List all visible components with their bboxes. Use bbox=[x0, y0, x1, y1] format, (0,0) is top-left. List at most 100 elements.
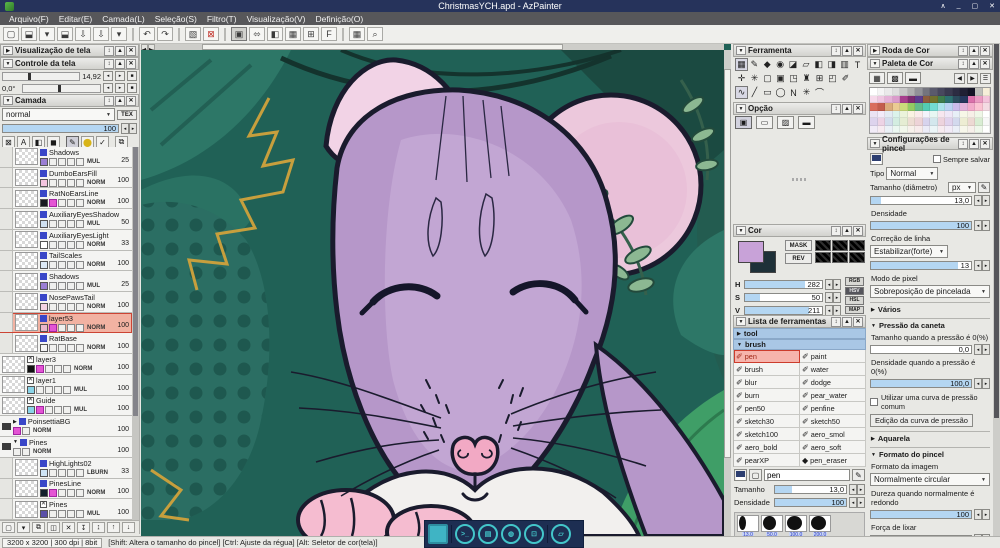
opacity-down-button[interactable]: ◂ bbox=[121, 123, 129, 134]
layer-option-icon[interactable] bbox=[36, 365, 44, 374]
toolbar-button[interactable]: ▣ bbox=[231, 27, 247, 41]
layer-visibility-icon[interactable] bbox=[40, 500, 47, 509]
palette-swatch[interactable] bbox=[922, 125, 930, 133]
palette-swatch[interactable] bbox=[982, 88, 990, 96]
mask-swatch[interactable] bbox=[832, 240, 848, 251]
mask-swatch[interactable] bbox=[815, 240, 831, 251]
panel-header-button[interactable]: ▲ bbox=[969, 138, 979, 149]
panel-header-button[interactable]: ▲ bbox=[969, 58, 979, 69]
layer-option-icon[interactable] bbox=[63, 365, 71, 374]
tool-button[interactable]: ▢ bbox=[761, 72, 774, 85]
layer-color-chip[interactable] bbox=[40, 489, 48, 498]
layer-thumbnail[interactable] bbox=[15, 169, 38, 187]
shape-tool-button[interactable]: ╱ bbox=[748, 86, 761, 99]
tool-button[interactable]: ▱ bbox=[799, 58, 812, 71]
collapse-arrow-icon[interactable]: ▼ bbox=[870, 59, 880, 68]
palette-swatch[interactable] bbox=[877, 88, 885, 96]
density-up-button[interactable]: ▸ bbox=[857, 497, 865, 508]
palette-swatch[interactable] bbox=[975, 118, 983, 126]
layer-thumbnail[interactable] bbox=[2, 355, 25, 373]
palette-swatch[interactable] bbox=[870, 125, 878, 133]
correction-select[interactable]: Estabilizar(forte) ▼ bbox=[870, 245, 948, 258]
layer-option-icon[interactable] bbox=[58, 261, 66, 270]
layer-option-icon[interactable] bbox=[13, 427, 21, 436]
palette-swatch[interactable] bbox=[915, 95, 923, 103]
palette-swatch[interactable] bbox=[975, 95, 983, 103]
layer-color-chip[interactable] bbox=[40, 302, 48, 311]
layer-row[interactable]: AuxiliaryEyesShadow MUL 50 bbox=[0, 209, 132, 230]
hsv-down-button[interactable]: ◂ bbox=[825, 279, 833, 290]
palette-swatch[interactable] bbox=[930, 88, 938, 96]
layer-color-chip[interactable] bbox=[27, 385, 35, 394]
panel-header-button[interactable]: ↕ bbox=[104, 95, 114, 106]
layer-color-chip[interactable] bbox=[40, 468, 48, 477]
hsv-slider[interactable]: 282 bbox=[744, 280, 823, 289]
layer-visibility-icon[interactable] bbox=[40, 231, 47, 239]
window-control-button[interactable]: ✕ bbox=[989, 2, 995, 10]
layer-row[interactable]: Shadows MUL 25 bbox=[0, 271, 132, 293]
layer-row[interactable]: Shadows MUL 25 bbox=[0, 147, 132, 168]
toolbar-button[interactable]: ▧ bbox=[185, 27, 201, 41]
size-edit-button[interactable]: ✎ bbox=[978, 182, 990, 193]
brush-item[interactable]: ✐ pen50 bbox=[734, 402, 800, 415]
toolbar-button[interactable]: ⬓ bbox=[21, 27, 37, 41]
layer-option-icon[interactable] bbox=[67, 302, 75, 311]
panel-header-button[interactable]: ▲ bbox=[842, 103, 852, 114]
window-control-button[interactable]: ∧ bbox=[940, 2, 945, 10]
mask-swatch[interactable] bbox=[815, 252, 831, 263]
spin-up[interactable]: ▸ bbox=[982, 509, 990, 520]
option-button[interactable]: ▬ bbox=[798, 116, 815, 129]
mask-button[interactable]: MASK bbox=[785, 240, 812, 251]
layer-row[interactable]: PinesLine NORM 100 bbox=[0, 478, 132, 500]
rotate-reset-button[interactable]: ■ bbox=[127, 83, 137, 93]
panel-header-button[interactable]: ↕ bbox=[104, 58, 114, 69]
palette-swatch[interactable] bbox=[907, 110, 915, 118]
curve-edit-button[interactable]: Edição da curva de pressão bbox=[870, 414, 973, 427]
shape-tool-button[interactable]: N bbox=[787, 86, 800, 99]
layer-option-icon[interactable] bbox=[76, 199, 84, 208]
collapse-arrow-icon[interactable]: ▼ bbox=[3, 59, 13, 68]
toolbar-button[interactable]: ⬓ bbox=[57, 27, 73, 41]
layer-option-icon[interactable] bbox=[49, 178, 57, 187]
layer-visibility-icon[interactable] bbox=[40, 190, 47, 198]
panel-tools-header[interactable]: ▼ Ferramenta ↕ ▲ ✕ bbox=[733, 44, 866, 57]
palette-swatch[interactable] bbox=[937, 103, 945, 111]
panel-toollist-header[interactable]: ▼ Lista de ferramentas ↕ ▲ ✕ bbox=[733, 315, 866, 328]
panel-header-button[interactable]: ✕ bbox=[980, 58, 990, 69]
layer-visibility-icon[interactable] bbox=[40, 252, 47, 260]
layer-option-icon[interactable] bbox=[36, 385, 44, 394]
layer-list-scrollbar[interactable] bbox=[132, 147, 139, 520]
layer-option-icon[interactable] bbox=[49, 282, 57, 291]
palette-swatch[interactable] bbox=[877, 110, 885, 118]
rotate-left-button[interactable]: ◂ bbox=[103, 83, 113, 93]
layer-visibility-icon[interactable] bbox=[40, 293, 47, 301]
panel-header-button[interactable]: ✕ bbox=[980, 45, 990, 56]
panel-header-button[interactable]: ↕ bbox=[831, 316, 841, 327]
layer-option-icon[interactable] bbox=[58, 282, 66, 291]
toolbar-button[interactable] bbox=[224, 27, 226, 41]
layer-thumbnail[interactable] bbox=[2, 376, 25, 394]
brush-item[interactable]: ✐ penfine bbox=[800, 402, 866, 415]
rotation-slider[interactable] bbox=[22, 83, 101, 93]
toolbar-button[interactable]: ⊠ bbox=[203, 27, 219, 41]
brush-size-slider[interactable]: 13,0 bbox=[774, 485, 847, 494]
collapse-arrow-icon[interactable]: ▶ bbox=[3, 46, 13, 55]
spin-down[interactable]: ◂ bbox=[974, 220, 982, 231]
window-scrollbar[interactable] bbox=[993, 44, 1000, 536]
palette-swatch[interactable] bbox=[975, 125, 983, 133]
toolbar-button[interactable]: ▦ bbox=[285, 27, 301, 41]
size-down-button[interactable]: ◂ bbox=[849, 484, 857, 495]
palette-swatch[interactable] bbox=[930, 95, 938, 103]
size-slider[interactable]: 13,0 bbox=[870, 196, 972, 205]
hardness-slider[interactable]: 100 bbox=[870, 510, 972, 519]
shape-tool-button[interactable]: ∿ bbox=[735, 86, 748, 99]
brush-item[interactable]: ✐ blur bbox=[734, 376, 800, 389]
brush-name-input[interactable] bbox=[764, 469, 850, 481]
layer-thumbnail[interactable] bbox=[15, 500, 38, 518]
palette-swatch[interactable] bbox=[930, 118, 938, 126]
layer-thumbnail[interactable] bbox=[2, 396, 25, 414]
layer-option-icon[interactable] bbox=[67, 199, 75, 208]
layer-action-button[interactable]: ↧ bbox=[77, 522, 90, 533]
panel-control-header[interactable]: ▼ Controle da tela ↕ ▲ ✕ bbox=[0, 57, 139, 70]
palette-swatch[interactable] bbox=[930, 110, 938, 118]
